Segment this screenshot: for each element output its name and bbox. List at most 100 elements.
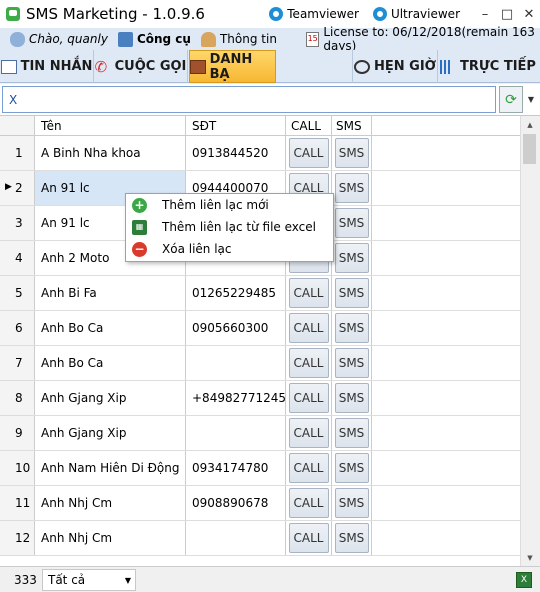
call-button[interactable]: CALL	[288, 383, 329, 413]
vertical-scrollbar[interactable]: ▲ ▼	[520, 116, 538, 566]
call-button[interactable]: CALL	[288, 453, 329, 483]
contact-name[interactable]: Anh Nam Hiên Di Động	[35, 451, 186, 485]
call-button[interactable]: CALL	[288, 278, 329, 308]
sms-cell: SMS	[332, 171, 372, 205]
header-phone[interactable]: SĐT	[186, 116, 286, 135]
sms-cell: SMS	[332, 521, 372, 555]
contact-phone[interactable]: +84982771245	[186, 381, 286, 415]
sms-button[interactable]: SMS	[334, 138, 369, 168]
contact-name[interactable]: A Binh Nha khoa	[35, 136, 186, 170]
row-filler	[372, 346, 520, 380]
mail-icon	[0, 59, 17, 74]
call-cell: CALL	[286, 346, 332, 380]
row-number: 12	[0, 521, 35, 555]
filter-select[interactable]: Tất cả ▼	[42, 569, 136, 591]
restore-button[interactable]: □	[496, 4, 518, 24]
sms-cell: SMS	[332, 136, 372, 170]
search-dropdown-button[interactable]: ▼	[524, 86, 538, 113]
menu-add-contact[interactable]: + Thêm liên lạc mới	[126, 194, 333, 216]
header-sms[interactable]: SMS	[332, 116, 372, 135]
table-row[interactable]: 8 Anh Gjang Xip +84982771245 CALL SMS	[0, 381, 520, 416]
excel-icon: ▦	[132, 219, 147, 235]
refresh-icon: ⟳	[505, 91, 517, 108]
table-row[interactable]: 11 Anh Nhj Cm 0908890678 CALL SMS	[0, 486, 520, 521]
contact-phone[interactable]	[186, 416, 286, 450]
scroll-thumb[interactable]	[523, 134, 536, 164]
menu-import-excel[interactable]: ▦ Thêm liên lạc từ file excel	[126, 216, 333, 238]
row-pointer-icon: ▶	[5, 182, 12, 192]
table-row[interactable]: 5 Anh Bi Fa 01265229485 CALL SMS	[0, 276, 520, 311]
contact-phone[interactable]: 0908890678	[186, 486, 286, 520]
refresh-button[interactable]: ⟳	[499, 86, 523, 113]
greeting: Chào, quanly	[10, 31, 108, 47]
row-number: 5	[0, 276, 35, 310]
window-title: SMS Marketing - 1.0.9.6	[26, 5, 205, 23]
delete-icon: −	[132, 241, 147, 257]
call-button[interactable]: CALL	[288, 313, 329, 343]
sms-button[interactable]: SMS	[334, 208, 369, 238]
search-input[interactable]	[2, 86, 496, 113]
call-button[interactable]: CALL	[288, 488, 329, 518]
table-row[interactable]: 6 Anh Bo Ca 0905660300 CALL SMS	[0, 311, 520, 346]
ultraviewer-icon	[372, 7, 387, 21]
clock-icon	[353, 59, 370, 74]
table-row[interactable]: 9 Anh Gjang Xip CALL SMS	[0, 416, 520, 451]
contact-name[interactable]: Anh Gjang Xip	[35, 381, 186, 415]
header-rownum	[0, 116, 35, 135]
ultraviewer-link[interactable]: Ultraviewer	[372, 7, 460, 21]
table-row[interactable]: 12 Anh Nhj Cm CALL SMS	[0, 521, 520, 556]
close-button[interactable]: ✕	[518, 4, 540, 24]
tab-schedule[interactable]: HẸN GIỜ	[352, 50, 438, 83]
call-button[interactable]: CALL	[288, 523, 329, 553]
chevron-down-icon: ▼	[124, 575, 131, 585]
scroll-down-icon[interactable]: ▼	[521, 549, 539, 566]
sms-button[interactable]: SMS	[334, 418, 369, 448]
call-button[interactable]: CALL	[288, 418, 329, 448]
table-row[interactable]: 1A Binh Nha khoa 0913844520 CALL SMS	[0, 136, 520, 171]
contact-phone[interactable]	[186, 521, 286, 555]
contact-name[interactable]: Anh Gjang Xip	[35, 416, 186, 450]
tab-contacts[interactable]: DANH BẠ	[189, 50, 276, 83]
contact-name[interactable]: Anh Bo Ca	[35, 311, 186, 345]
contact-name[interactable]: Anh Bi Fa	[35, 276, 186, 310]
contact-phone[interactable]: 0913844520	[186, 136, 286, 170]
sms-button[interactable]: SMS	[334, 488, 369, 518]
scroll-up-icon[interactable]: ▲	[521, 116, 539, 133]
call-cell: CALL	[286, 451, 332, 485]
sms-cell: SMS	[332, 486, 372, 520]
excel-export-icon[interactable]: X	[516, 572, 532, 588]
sms-button[interactable]: SMS	[334, 348, 369, 378]
teamviewer-link[interactable]: Teamviewer	[269, 7, 359, 21]
sms-button[interactable]: SMS	[334, 278, 369, 308]
tab-live[interactable]: TRỰC TIẾP	[438, 50, 538, 83]
info-menu[interactable]: Thông tin	[200, 31, 277, 47]
tab-messages[interactable]: TIN NHẮN	[0, 50, 94, 83]
minimize-button[interactable]: –	[474, 4, 496, 24]
sms-button[interactable]: SMS	[334, 173, 369, 203]
contact-phone[interactable]: 0934174780	[186, 451, 286, 485]
contact-phone[interactable]: 0905660300	[186, 311, 286, 345]
table-row[interactable]: 7 Anh Bo Ca CALL SMS	[0, 346, 520, 381]
menu-delete-contact[interactable]: − Xóa liên lạc	[126, 238, 333, 260]
sms-button[interactable]: SMS	[334, 243, 369, 273]
sms-button[interactable]: SMS	[334, 453, 369, 483]
contact-name[interactable]: Anh Nhj Cm	[35, 521, 186, 555]
call-cell: CALL	[286, 486, 332, 520]
sms-button[interactable]: SMS	[334, 383, 369, 413]
call-button[interactable]: CALL	[288, 348, 329, 378]
contact-name[interactable]: Anh Bo Ca	[35, 346, 186, 380]
call-button[interactable]: CALL	[288, 138, 329, 168]
sms-button[interactable]: SMS	[334, 523, 369, 553]
table-row[interactable]: 10 Anh Nam Hiên Di Động 0934174780 CALL SMS	[0, 451, 520, 486]
contact-phone[interactable]: 01265229485	[186, 276, 286, 310]
tab-calls[interactable]: ✆ CUỘC GỌI	[94, 50, 188, 83]
contact-phone[interactable]	[186, 346, 286, 380]
tools-menu[interactable]: Công cụ	[117, 31, 191, 47]
sms-button[interactable]: SMS	[334, 313, 369, 343]
header-name[interactable]: Tên	[35, 116, 186, 135]
row-number: 4	[0, 241, 35, 275]
contact-name[interactable]: Anh Nhj Cm	[35, 486, 186, 520]
header-call[interactable]: CALL	[286, 116, 332, 135]
info-user-icon	[200, 31, 216, 47]
license-info: 15 License to: 06/12/2018(remain 163 days…	[306, 25, 535, 53]
